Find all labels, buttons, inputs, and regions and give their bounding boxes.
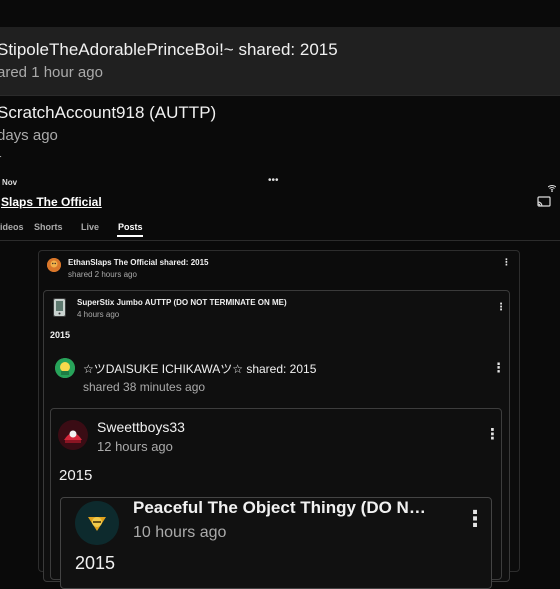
post-body: 2015 <box>59 467 93 484</box>
tab-posts[interactable]: Posts <box>118 222 143 232</box>
post-timestamp: days ago <box>0 127 58 144</box>
active-tab-indicator <box>117 235 143 237</box>
post-timestamp: 4 hours ago <box>77 310 120 319</box>
post-title: StipoleTheAdorablePrinceBoi!~ shared: 20… <box>0 40 338 59</box>
tab-shorts[interactable]: Shorts <box>34 222 63 232</box>
post-title[interactable]: ☆ツDAISUKE ICHIKAWAツ☆ shared: 2015 <box>83 360 316 377</box>
avatar[interactable] <box>53 298 66 317</box>
post-title[interactable]: SuperStix Jumbo AUTTP (DO NOT TERMINATE … <box>77 298 287 307</box>
post-text-fragment: r <box>0 151 1 166</box>
post-timestamp: ared 1 hour ago <box>0 64 103 81</box>
tab-live[interactable]: Live <box>81 222 99 232</box>
post-author[interactable]: ScratchAccount918 (AUTTP) <box>0 103 216 123</box>
channel-name[interactable]: Slaps The Official <box>1 195 102 209</box>
shared-post-header[interactable]: StipoleTheAdorablePrinceBoi!~ shared: 20… <box>0 27 560 96</box>
avatar[interactable] <box>75 501 119 545</box>
more-options-icon[interactable]: ⋮ <box>496 303 506 313</box>
more-options-icon[interactable]: ⋮ <box>502 258 511 267</box>
avatar[interactable] <box>55 358 75 378</box>
avatar[interactable] <box>47 258 61 272</box>
post-timestamp: 10 hours ago <box>133 524 227 541</box>
post-timestamp: shared 2 hours ago <box>68 270 137 279</box>
avatar[interactable] <box>58 420 88 450</box>
post-timestamp: shared 38 minutes ago <box>83 380 206 394</box>
more-options-icon[interactable]: ⋮ <box>485 427 500 442</box>
more-options-icon[interactable]: ⋮ <box>464 508 486 530</box>
tab-videos[interactable]: ideos <box>0 222 24 232</box>
post-body: 2015 <box>50 330 71 340</box>
post-title[interactable]: Sweettboys33 <box>97 419 185 435</box>
tabs-divider <box>0 240 560 241</box>
menu-dots-icon[interactable]: ••• <box>268 175 279 186</box>
post-timestamp: 12 hours ago <box>97 439 173 454</box>
more-options-icon[interactable]: ⋮ <box>492 361 505 374</box>
post-title[interactable]: EthanSlaps The Official shared: 2015 <box>68 258 209 267</box>
post-body: 2015 <box>75 553 116 573</box>
status-month: Nov <box>2 178 18 187</box>
cast-icon[interactable] <box>537 195 551 207</box>
wifi-icon <box>547 179 557 192</box>
post-title[interactable]: Peaceful The Object Thingy (DO N… <box>133 498 426 518</box>
